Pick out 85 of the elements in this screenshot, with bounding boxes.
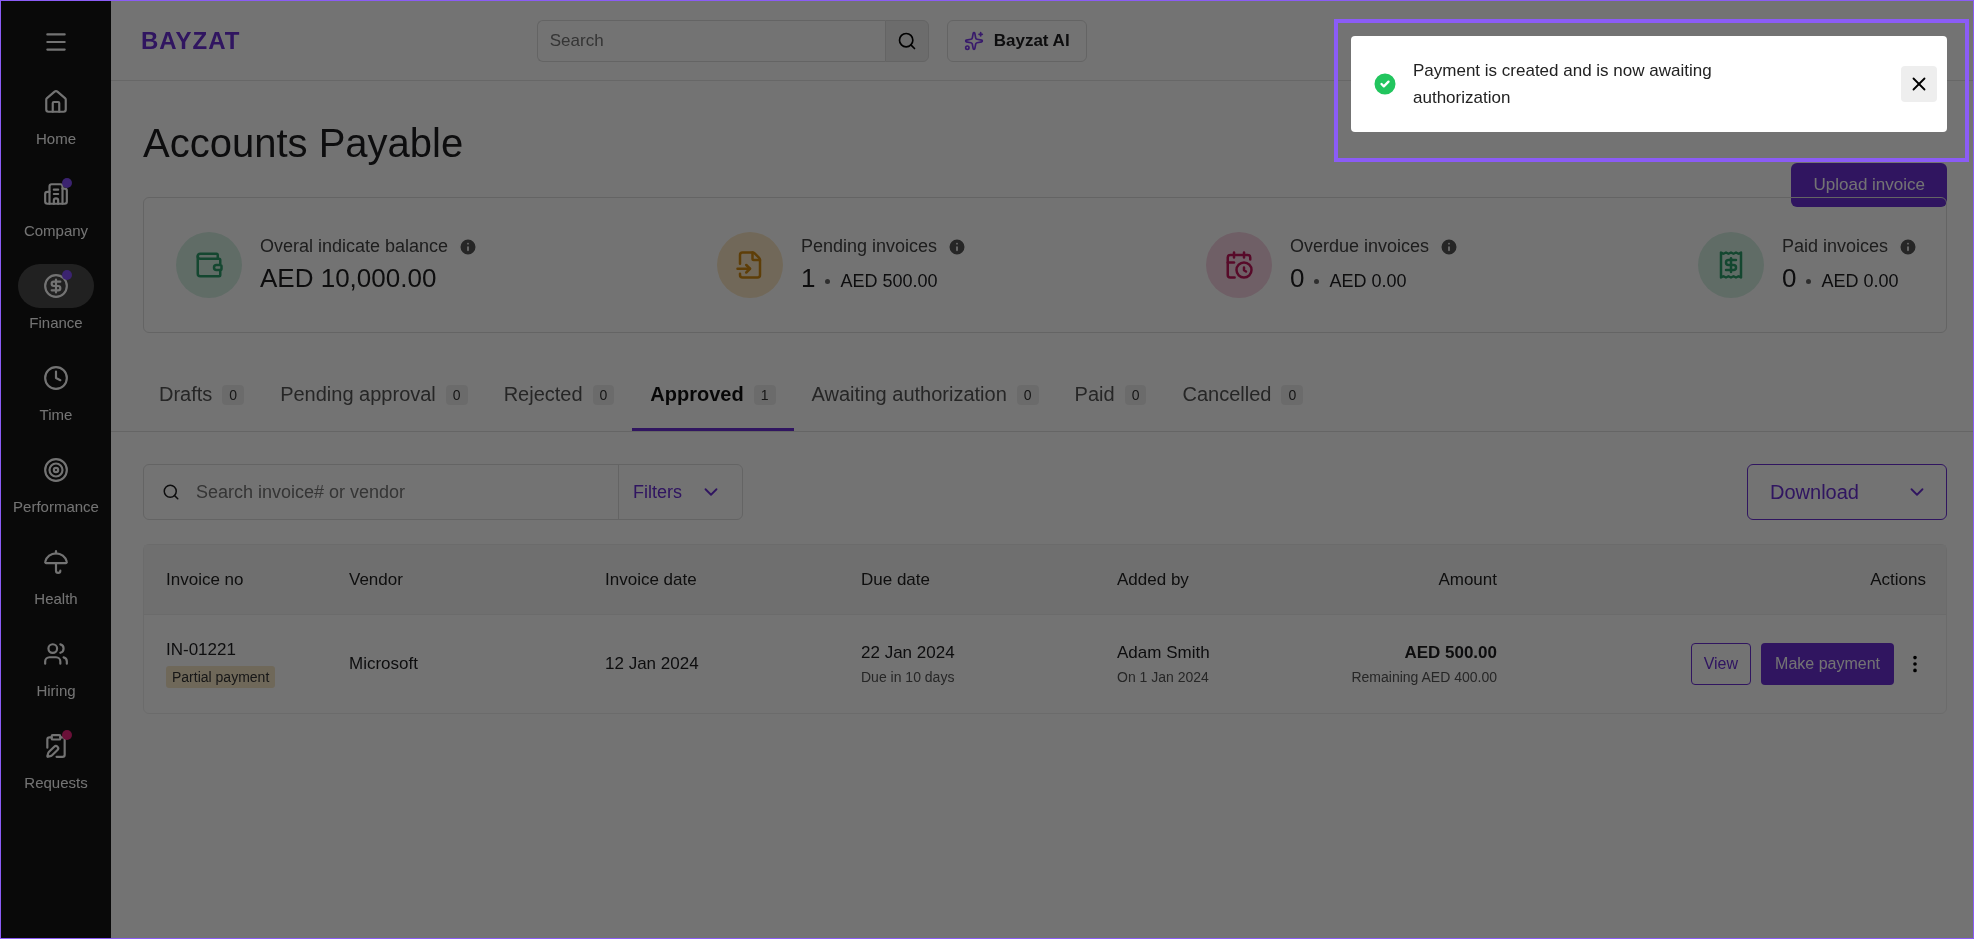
search-button[interactable] [884,19,929,62]
view-button[interactable]: View [1690,643,1752,685]
tab-count: 1 [753,384,776,405]
sidebar-label[interactable]: Hiring [36,682,76,699]
stat-label: Pending invoices [801,236,938,257]
vendor-name: Microsoft [349,654,418,674]
invoice-search-field[interactable]: Search invoice# or vendor Filters [143,464,743,520]
due-note: Due in 10 days [861,669,955,685]
umbrella-icon [43,549,69,575]
invoice-number: IN-01221 [166,640,236,660]
amount: AED 500.00 [1404,643,1497,663]
tab[interactable]: Drafts 0 [141,361,263,431]
separator-dot [825,279,831,284]
column-header: Added by [1117,569,1190,590]
filters-dropdown[interactable]: Filters [618,465,742,519]
added-by-name: Adam Smith [1117,643,1210,663]
page-title: Accounts Payable [143,120,464,166]
info-icon [1439,236,1460,257]
stat-amount: AED 0.00 [1329,271,1407,292]
dollar-coin-icon [43,273,69,299]
column-header: Vendor [349,569,404,590]
info-icon [1898,236,1918,257]
tab[interactable]: Paid 0 [1056,361,1165,431]
stat-label: Overal indicate balance [260,236,449,257]
stat-label: Overdue invoices [1289,236,1430,257]
sidebar-label[interactable]: Company [23,222,89,239]
info-icon [458,236,479,257]
search-field[interactable]: Search [536,19,885,62]
stat-value: AED 10,000.00 [260,263,438,294]
close-button[interactable] [1901,66,1937,102]
search-icon [162,483,180,501]
target-icon [43,457,69,483]
stat-amount: AED 500.00 [840,271,938,292]
stat-label: Paid invoices [1781,236,1888,257]
sidebar-label[interactable]: Requests [24,774,88,791]
tab-count: 0 [445,384,468,405]
clipboard-pen-icon [43,733,69,759]
remaining-amount: Remaining AED 400.00 [1351,669,1497,685]
tab-count: 0 [1281,384,1304,405]
tab-count: 0 [592,384,615,405]
status-tag: Partial payment [166,666,276,688]
building-icon [43,181,69,207]
stat-count: 1 [801,263,816,294]
sparkle-icon [963,30,984,51]
sidebar-label[interactable]: Performance [13,498,99,515]
ai-button[interactable]: Bayzat AI [946,19,1087,62]
separator-dot [1806,279,1812,284]
tab[interactable]: Approved 1 [632,361,794,431]
tab[interactable]: Rejected 0 [485,361,633,431]
house-icon [43,89,69,115]
wallet-icon [194,250,224,280]
calendar-icon [1223,250,1254,280]
sidebar-label[interactable]: Finance [29,314,83,331]
separator-dot [1314,279,1320,284]
tab[interactable]: Awaiting authorization 0 [793,361,1057,431]
stat-count: 0 [1781,263,1797,294]
sidebar-item-icon[interactable] [18,264,94,308]
tab[interactable]: Cancelled 0 [1164,361,1322,431]
check-circle-icon [1371,70,1399,98]
tab-count: 0 [1016,384,1039,405]
search-icon [896,30,917,51]
logo: BAYZAT [141,26,241,55]
column-header: Invoice date [605,569,698,590]
stat-amount: AED 0.00 [1821,271,1899,292]
column-header: Due date [861,569,931,590]
added-on-date: On 1 Jan 2024 [1117,669,1209,685]
column-header: Amount [1437,569,1497,590]
stat-count: 0 [1289,263,1305,294]
due-date: 22 Jan 2024 [861,643,955,663]
sidebar-label[interactable]: Time [39,406,73,423]
invoice-date: 12 Jan 2024 [605,654,699,674]
make-payment-button[interactable]: Make payment [1761,643,1894,685]
clock-icon [43,365,69,391]
tab[interactable]: Pending approval 0 [262,361,486,431]
info-icon [947,236,968,257]
tab-count: 0 [1124,384,1147,405]
column-header: Invoice no [166,569,245,590]
people-icon [43,641,69,667]
sidebar-label[interactable]: Health [34,590,78,607]
tab-count: 0 [222,384,245,405]
toast-message: Payment is created and is now awaiting authorization [1413,60,1713,109]
download-button[interactable]: Download [1747,464,1947,520]
upload-button[interactable]: Upload invoice [1791,163,1947,207]
column-header: Actions [1869,569,1926,590]
sidebar-label[interactable]: Home [36,130,76,147]
